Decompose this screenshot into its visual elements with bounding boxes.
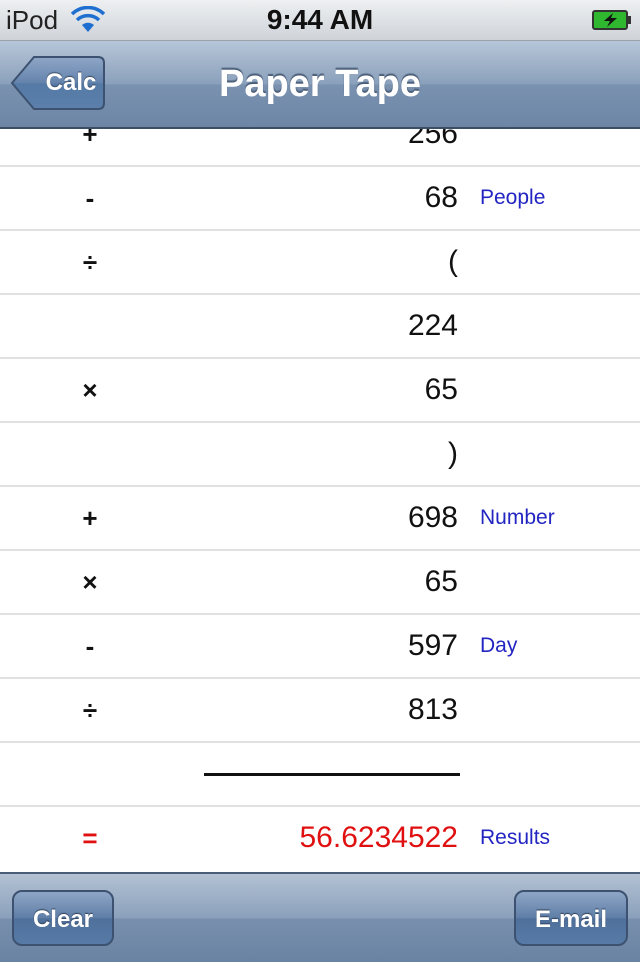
back-button-label: Calc <box>45 69 97 96</box>
total-rule <box>204 773 460 776</box>
operator <box>60 423 120 485</box>
note: Number <box>480 506 555 529</box>
tape-row: ) <box>0 423 640 487</box>
total-rule-row <box>0 743 640 807</box>
navigation-bar: Paper Tape Calc <box>0 41 640 129</box>
battery-charging-icon <box>592 10 631 30</box>
tape-row: - 68 People <box>0 167 640 231</box>
tape-row: + 698 Number <box>0 487 640 551</box>
note: People <box>480 186 546 209</box>
value: 65 <box>424 565 458 598</box>
operator: + <box>82 129 98 149</box>
email-button[interactable]: E-mail <box>514 890 628 946</box>
tape-row: × 65 <box>0 359 640 423</box>
operator: ÷ <box>82 247 98 277</box>
value: 813 <box>407 693 458 726</box>
tape-row: + 256 <box>0 129 640 167</box>
tape-row: ÷ 813 <box>0 679 640 743</box>
note <box>480 231 630 293</box>
equals-operator: = <box>82 823 98 853</box>
operator: ÷ <box>82 695 98 725</box>
tape-row: ÷ ( <box>0 231 640 295</box>
clear-button[interactable]: Clear <box>12 890 114 946</box>
calc-back-button[interactable]: Calc <box>10 55 106 111</box>
bottom-toolbar: Clear E-mail <box>0 872 640 962</box>
value: 68 <box>424 181 458 214</box>
value: 256 <box>407 129 458 150</box>
status-bar: iPod 9:44 AM <box>0 0 640 41</box>
tape-row: - 597 Day <box>0 615 640 679</box>
operator: × <box>82 567 98 597</box>
value: ( <box>448 245 458 278</box>
note <box>480 359 630 421</box>
note <box>480 679 630 741</box>
operator: × <box>82 375 98 405</box>
result-note: Results <box>480 826 551 849</box>
clock: 9:44 AM <box>266 4 374 35</box>
note: Day <box>480 634 518 657</box>
value: 698 <box>407 501 458 534</box>
operator: - <box>85 631 95 661</box>
paper-tape-list[interactable]: + 256 - 68 People ÷ ( 224 × 65 ) + 698 N… <box>0 129 640 872</box>
value: 65 <box>424 373 458 406</box>
note <box>480 129 630 165</box>
result-row: = 56.6234522 Results <box>0 807 640 871</box>
operator: + <box>82 503 98 533</box>
tape-row: 224 <box>0 295 640 359</box>
note <box>480 295 630 357</box>
operator <box>60 295 120 357</box>
tape-row: × 65 <box>0 551 640 615</box>
operator: - <box>85 183 95 213</box>
note <box>480 551 630 613</box>
value: 597 <box>407 629 458 662</box>
value: ) <box>448 437 458 470</box>
result-value: 56.6234522 <box>299 821 459 854</box>
note <box>480 423 630 485</box>
value: 224 <box>407 309 458 342</box>
